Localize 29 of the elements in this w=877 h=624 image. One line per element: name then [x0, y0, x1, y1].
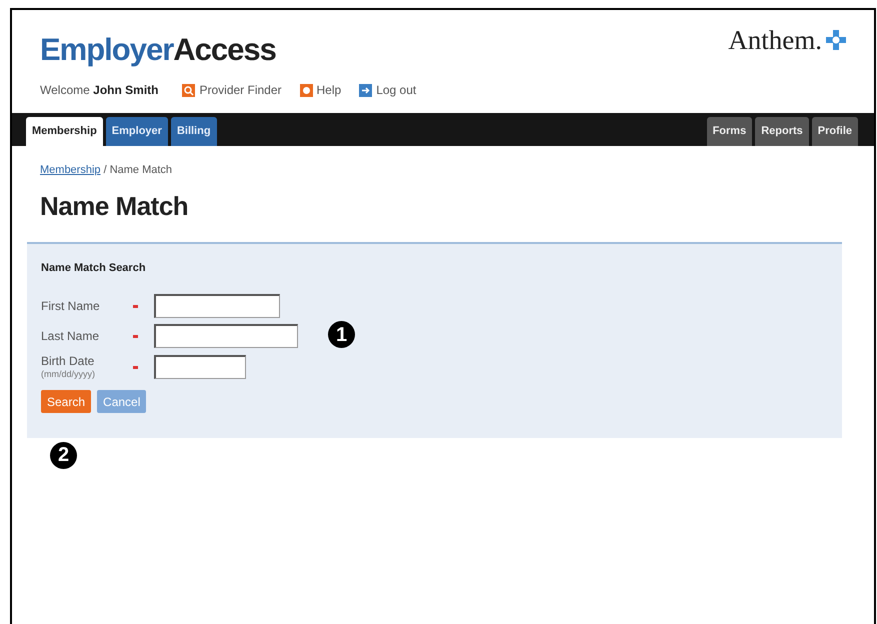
text-field[interactable] [154, 294, 280, 318]
header-link[interactable]: Provider Finder [182, 81, 282, 99]
panel-title: Name Match Search [41, 260, 147, 276]
field-label: Birth Date [41, 354, 96, 369]
help-icon [300, 84, 313, 96]
field-label: First Name [41, 298, 101, 314]
field-hint: (mm/dd/yyyy) [41, 369, 96, 380]
nav-tab[interactable]: Profile [812, 117, 858, 146]
nav-tab[interactable]: Forms [706, 117, 752, 146]
logout-icon [359, 84, 372, 96]
cross-logo-icon [826, 30, 846, 50]
callout-marker: 1 [328, 321, 355, 348]
nav-tab[interactable]: Billing [170, 117, 217, 146]
welcome-text: Welcome John Smith [40, 82, 158, 99]
callout-marker: 2 [50, 442, 77, 468]
employer-access-logo: EmployerAccess [40, 34, 277, 65]
field-label: Last Name [41, 328, 100, 344]
page-title: Name Match [40, 190, 190, 222]
brand-logo: Anthem. [728, 24, 822, 57]
header-link[interactable]: Log out [359, 81, 416, 99]
search-icon [182, 84, 196, 96]
header-link[interactable]: Help [300, 81, 342, 99]
nav-tab[interactable]: Employer [106, 117, 168, 146]
breadcrumb-link[interactable]: Membership [40, 164, 101, 176]
breadcrumb-current: / Name Match [102, 164, 172, 176]
nav-tab[interactable]: Reports [755, 117, 809, 146]
text-field[interactable] [154, 324, 298, 348]
text-field[interactable] [154, 355, 246, 380]
nav-tab[interactable]: Membership [26, 117, 103, 146]
